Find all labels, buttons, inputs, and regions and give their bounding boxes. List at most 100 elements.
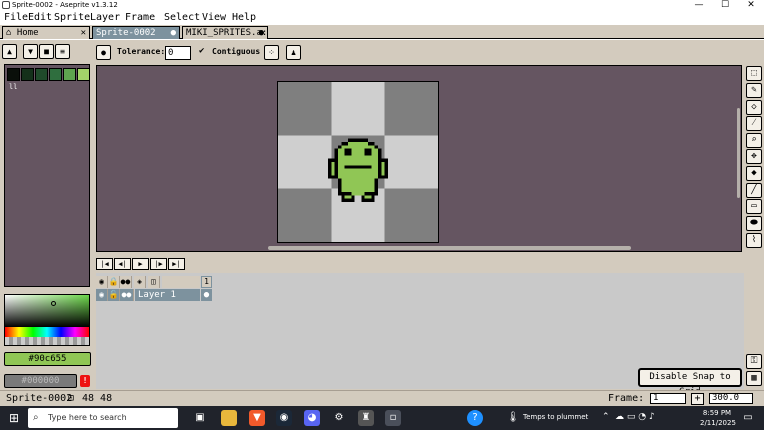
palette-swatch[interactable] xyxy=(7,68,20,81)
pencil-tool-icon[interactable]: ✎ xyxy=(746,83,762,98)
layer-lock-icon[interactable]: 🔓 xyxy=(108,289,120,301)
eyedropper-tool-icon[interactable]: ⁄ xyxy=(746,116,762,131)
aseprite-taskbar-icon[interactable]: ▫ xyxy=(385,410,401,426)
menu-file[interactable]: File xyxy=(4,11,28,25)
lock-header-icon[interactable]: 🔒 xyxy=(108,276,120,288)
frame-input[interactable]: 1 xyxy=(650,393,686,404)
minimize-button[interactable]: — xyxy=(686,0,712,11)
palette-swatch[interactable] xyxy=(35,68,48,81)
windows-start-icon[interactable]: ⊞ xyxy=(6,410,22,426)
horizontal-scrollbar[interactable] xyxy=(268,246,631,250)
tab-miki-modified-icon[interactable]: ● xyxy=(259,27,264,39)
timeline-options-icon[interactable]: ⚿ xyxy=(746,354,762,369)
sprite-pixel xyxy=(368,178,372,182)
zoom-tool-icon[interactable]: ⌕ xyxy=(746,133,762,148)
rectangle-tool-icon[interactable]: ▭ xyxy=(746,199,762,214)
vertical-scrollbar[interactable] xyxy=(737,108,740,198)
background-color-button[interactable]: #000000 xyxy=(4,374,77,388)
menu-layer[interactable]: Layer xyxy=(90,11,120,25)
palette-swatch[interactable] xyxy=(49,68,62,81)
palette-swatch[interactable] xyxy=(21,68,34,81)
marquee-tool-icon[interactable]: ⬚ xyxy=(746,66,762,81)
discord-icon[interactable]: ◕ xyxy=(304,410,320,426)
cel-keyframe-icon[interactable]: ● xyxy=(201,289,212,301)
palette-swatch[interactable] xyxy=(77,68,90,81)
contiguous-checkbox[interactable]: ✔ xyxy=(199,46,204,56)
layer-name[interactable]: Layer 1 xyxy=(135,289,200,301)
sprite-pixel xyxy=(354,175,358,179)
pixel-perfect-icon[interactable]: ⁘ xyxy=(264,45,279,60)
weather-text[interactable]: Temps to plummet xyxy=(523,413,588,421)
tab-miki-sprites[interactable]: MIKI_SPRITES.a: ● xyxy=(182,26,268,39)
sprite-pixel xyxy=(351,178,355,182)
last-frame-icon[interactable]: ▶| xyxy=(168,258,185,270)
layer-row[interactable]: ◉ 🔓 ●● Layer 1 ● xyxy=(96,289,212,301)
tray-chevron-icon[interactable]: ⌃ xyxy=(602,412,610,422)
lock-palette-icon[interactable]: ▲ xyxy=(2,44,17,59)
help-icon[interactable]: ? xyxy=(467,410,483,426)
app-icon[interactable]: ♜ xyxy=(358,410,374,426)
brave-browser-icon[interactable]: ▼ xyxy=(249,410,265,426)
notifications-icon[interactable]: ▭ xyxy=(740,410,756,426)
taskbar-date[interactable]: 2/11/2025 xyxy=(700,419,736,427)
stamp-icon[interactable]: ♟ xyxy=(286,45,301,60)
tab-sprite-0002[interactable]: Sprite-0002 ● xyxy=(92,26,180,39)
disable-snap-to-grid-button[interactable]: Disable Snap to Grid xyxy=(638,368,742,397)
layer-group-icon[interactable]: ◫ xyxy=(148,276,160,288)
layer-continuous-icon[interactable]: ●● xyxy=(120,289,134,301)
tolerance-input[interactable]: 0 xyxy=(165,46,191,60)
previous-frame-icon[interactable]: ◀| xyxy=(114,258,131,270)
menu-edit[interactable]: Edit xyxy=(28,11,52,25)
brush-type-icon[interactable]: ● xyxy=(96,45,111,60)
sprite-pixel xyxy=(364,198,368,202)
palette-view[interactable]: ll xyxy=(4,64,90,287)
palette-swatch[interactable] xyxy=(63,68,76,81)
palette-options-icon[interactable]: ▼ xyxy=(23,44,38,59)
eraser-tool-icon[interactable]: ◇ xyxy=(746,100,762,115)
menu-help[interactable]: Help xyxy=(232,11,256,25)
palette-sort-icon[interactable]: ■ xyxy=(39,44,54,59)
contour-tool-icon[interactable]: ⬬ xyxy=(746,216,762,231)
blur-tool-icon[interactable]: ⌇ xyxy=(746,233,762,248)
tab-home-close-icon[interactable]: ✕ xyxy=(81,27,86,39)
layer-visibility-icon[interactable]: ◉ xyxy=(96,289,108,301)
foreground-color-button[interactable]: #90c655 xyxy=(4,352,91,366)
palette-menu-icon[interactable]: ≡ xyxy=(55,44,70,59)
sv-cursor[interactable] xyxy=(51,301,56,306)
first-frame-icon[interactable]: |◀ xyxy=(96,258,113,270)
menu-view[interactable]: View xyxy=(202,11,226,25)
color-picker[interactable] xyxy=(4,294,90,346)
visibility-header-icon[interactable]: ◉ xyxy=(96,276,108,288)
frame-header[interactable]: 1 xyxy=(201,276,212,288)
menu-sprite[interactable]: Sprite xyxy=(54,11,90,25)
tab-sprite-modified-icon[interactable]: ● xyxy=(171,27,176,39)
steam-icon[interactable]: ◉ xyxy=(276,410,292,426)
zoom-input[interactable]: 300.0 xyxy=(709,393,753,404)
sprite-canvas[interactable] xyxy=(277,81,439,243)
settings-gear-icon[interactable]: ⚙ xyxy=(331,410,347,426)
file-explorer-icon[interactable] xyxy=(221,410,237,426)
continuous-header-icon[interactable]: ●● xyxy=(120,276,132,288)
sprite-pixel xyxy=(348,185,352,189)
play-icon[interactable]: ▶ xyxy=(132,258,149,270)
next-frame-icon[interactable]: |▶ xyxy=(150,258,167,270)
saturation-value-box[interactable] xyxy=(5,295,89,327)
taskbar-time[interactable]: 8:59 PM xyxy=(700,409,734,417)
color-warning-icon[interactable]: ! xyxy=(80,375,90,387)
add-frame-button[interactable]: + xyxy=(691,393,704,405)
paint-bucket-tool-icon[interactable]: ◆ xyxy=(746,166,762,181)
tray-icons[interactable]: ☁ ▭ ◔ ♪ xyxy=(615,412,655,422)
hue-slider[interactable] xyxy=(5,327,89,337)
menu-frame[interactable]: Frame xyxy=(125,11,155,25)
maximize-button[interactable]: ☐ xyxy=(712,0,738,11)
timeline-grid-icon[interactable]: ▦ xyxy=(746,371,762,386)
alpha-slider[interactable] xyxy=(5,337,89,345)
onion-skin-icon[interactable]: ◈ xyxy=(134,276,146,288)
taskbar-search-box[interactable]: ⌕ Type here to search xyxy=(28,408,178,428)
tab-home[interactable]: ⌂ Home ✕ xyxy=(2,26,90,39)
close-window-button[interactable]: ✕ xyxy=(738,0,764,11)
task-view-icon[interactable]: ▣ xyxy=(192,410,208,426)
menu-select[interactable]: Select xyxy=(164,11,200,25)
line-tool-icon[interactable]: ╱ xyxy=(746,183,762,198)
move-tool-icon[interactable]: ✥ xyxy=(746,149,762,164)
